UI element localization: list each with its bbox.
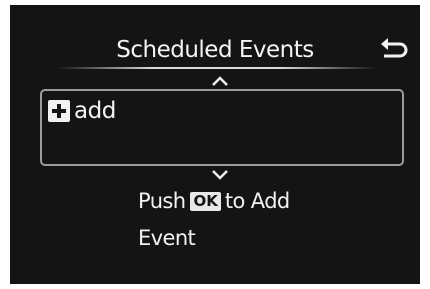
list-item-label: add	[74, 98, 116, 124]
event-list: add	[40, 89, 404, 166]
title-divider	[58, 67, 376, 69]
ok-button-badge: OK	[190, 191, 221, 211]
list-item-add[interactable]: add	[48, 96, 116, 126]
return-arrow-icon	[381, 38, 408, 58]
hint-text: Push OK to Add	[138, 186, 290, 216]
chevron-up-icon	[212, 76, 228, 86]
camera-menu-screen: Scheduled Events add Push OK to Add Even…	[10, 5, 420, 284]
back-button[interactable]	[378, 35, 412, 61]
chevron-down-icon	[212, 170, 228, 180]
hint-suffix: to Add	[224, 189, 290, 213]
hint-prefix: Push	[138, 189, 186, 213]
hint-text-line2: Event	[138, 226, 196, 250]
scroll-down-indicator[interactable]	[210, 167, 230, 181]
scroll-up-indicator[interactable]	[210, 73, 230, 87]
plus-box-icon	[48, 100, 70, 122]
page-title: Scheduled Events	[116, 37, 314, 63]
